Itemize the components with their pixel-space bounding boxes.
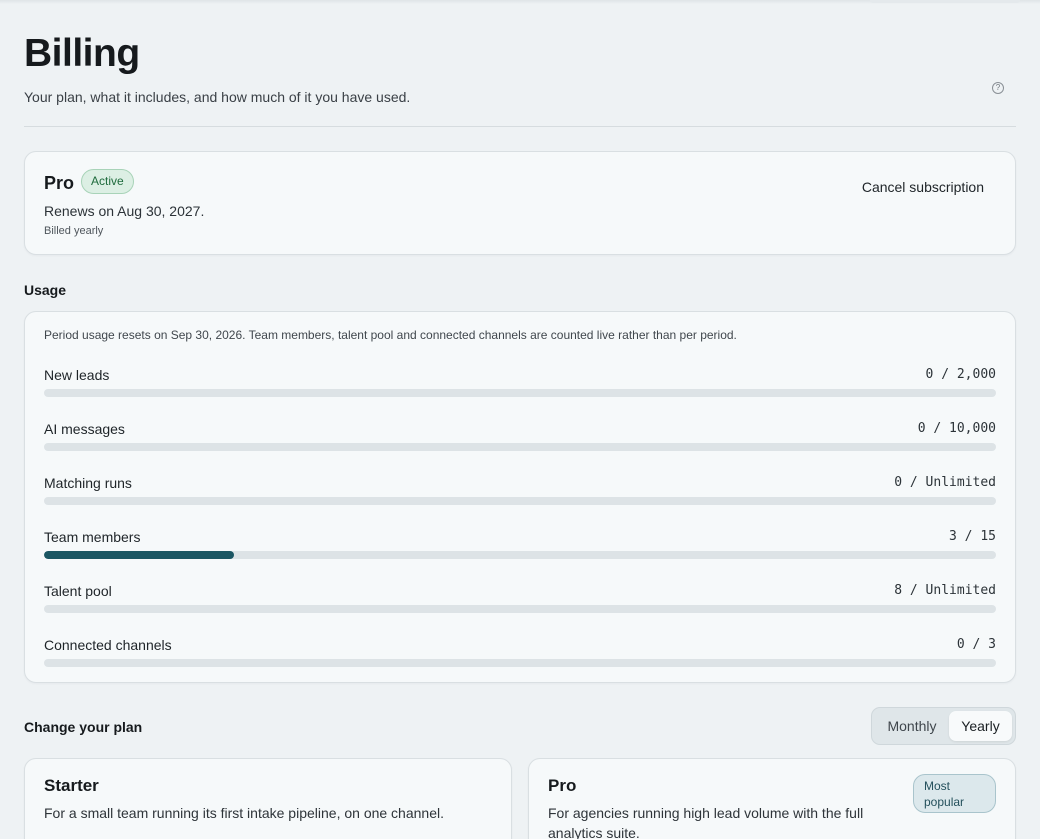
status-badge: Active — [81, 169, 134, 194]
progress-fill — [44, 551, 235, 559]
page-subtitle: Your plan, what it includes, and how muc… — [24, 89, 411, 105]
meter-label: Matching runs — [44, 475, 132, 491]
billing-cycle: Billed yearly — [44, 225, 104, 237]
meter-label: Team members — [44, 529, 141, 545]
meter-value: 0 / 3 — [956, 637, 996, 652]
usage-meter-team-members: Team members 3 / 15 — [44, 528, 996, 562]
toggle-yearly[interactable]: Yearly — [949, 711, 1012, 741]
page-title: Billing — [24, 32, 140, 75]
usage-meter-ai-messages: AI messages 0 / 10,000 — [44, 420, 996, 454]
usage-reset-note: Period usage resets on Sep 30, 2026. Tea… — [44, 328, 737, 342]
toggle-monthly[interactable]: Monthly — [877, 711, 947, 741]
progress-track — [44, 389, 996, 397]
plan-option-starter[interactable]: Starter For a small team running its fir… — [24, 758, 512, 839]
meter-value: 0 / 2,000 — [925, 367, 996, 382]
progress-track — [44, 659, 996, 667]
usage-heading: Usage — [24, 282, 67, 298]
usage-meter-connected-channels: Connected channels 0 / 3 — [44, 636, 996, 670]
usage-meter-matching-runs: Matching runs 0 / Unlimited — [44, 474, 996, 508]
meter-label: Talent pool — [44, 583, 112, 599]
most-popular-badge: Most popular — [913, 774, 996, 813]
plan-option-name: Pro — [548, 776, 577, 795]
progress-track — [44, 443, 996, 451]
progress-track — [44, 605, 996, 613]
question-circle-icon[interactable]: ? — [992, 82, 1004, 94]
renewal-date: Renews on Aug 30, 2027. — [44, 203, 205, 219]
meter-label: New leads — [44, 367, 110, 383]
plan-option-description: For agencies running high lead volume wi… — [548, 805, 864, 839]
meter-value: 0 / Unlimited — [894, 475, 996, 490]
current-plan-card: Pro Active Renews on Aug 30, 2027. Bille… — [24, 151, 1016, 255]
progress-track — [44, 551, 996, 559]
current-plan-name: Pro — [44, 173, 75, 193]
header-divider — [24, 126, 1016, 127]
usage-card: Period usage resets on Sep 30, 2026. Tea… — [24, 311, 1016, 683]
meter-value: 8 / Unlimited — [894, 583, 996, 598]
meter-value: 0 / 10,000 — [917, 421, 996, 436]
meter-label: Connected channels — [44, 637, 172, 653]
plan-option-name: Starter — [44, 776, 99, 795]
meter-value: 3 / 15 — [949, 529, 996, 544]
plan-option-description: For a small team running its first intak… — [44, 805, 444, 821]
change-plan-heading: Change your plan — [24, 719, 143, 735]
billing-period-toggle: Monthly Yearly — [871, 707, 1016, 745]
usage-meter-talent-pool: Talent pool 8 / Unlimited — [44, 582, 996, 616]
progress-track — [44, 497, 996, 505]
usage-meter-new-leads: New leads 0 / 2,000 — [44, 366, 996, 400]
top-bar-tab — [870, 0, 1020, 3]
plan-option-pro[interactable]: Pro For agencies running high lead volum… — [528, 758, 1016, 839]
meter-label: AI messages — [44, 421, 125, 437]
cancel-subscription-button[interactable]: Cancel subscription — [862, 178, 984, 196]
